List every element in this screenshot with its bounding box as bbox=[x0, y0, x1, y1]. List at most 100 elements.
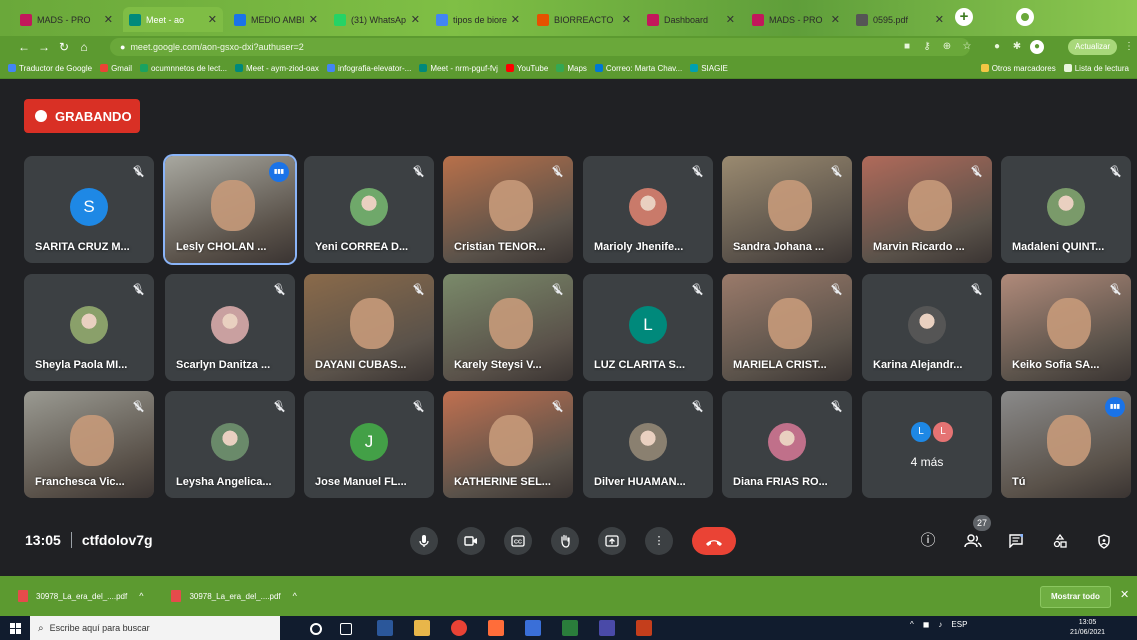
app-icon[interactable] bbox=[525, 620, 541, 636]
bookmark-item[interactable]: YouTube bbox=[505, 64, 548, 73]
captions-button[interactable]: CC bbox=[504, 527, 532, 555]
profile-icon[interactable]: ● bbox=[1030, 40, 1044, 54]
mic-toggle-button[interactable] bbox=[410, 527, 438, 555]
download-item[interactable]: 30978_La_era_del_....pdf ^ bbox=[171, 590, 297, 602]
zoom-icon[interactable]: ⊕ bbox=[940, 40, 954, 54]
self-video-tile[interactable]: ▮▮▮ Tú bbox=[1001, 391, 1131, 498]
bookmark-item[interactable]: SIAGIE bbox=[690, 64, 728, 73]
meeting-details-button[interactable]: ⓘ bbox=[916, 527, 940, 555]
more-participants-tile[interactable]: LL 4 más bbox=[862, 391, 992, 498]
profile-circle-icon[interactable] bbox=[1016, 8, 1034, 26]
file-explorer-icon[interactable] bbox=[414, 620, 430, 636]
tab-1[interactable]: MADS - PRO ✕ bbox=[14, 7, 119, 32]
end-call-button[interactable] bbox=[692, 527, 736, 555]
tab-4[interactable]: (31) WhatsAp ✕ bbox=[328, 7, 426, 32]
download-item[interactable]: 30978_La_era_del_....pdf ^ bbox=[18, 590, 143, 602]
activities-button[interactable] bbox=[1048, 527, 1072, 555]
more-options-button[interactable]: ⋮ bbox=[645, 527, 673, 555]
bookmark-item[interactable]: Meet - nrm-pguf-fvj bbox=[419, 64, 498, 73]
bookmark-item[interactable]: Gmail bbox=[100, 64, 132, 73]
close-tab-icon[interactable]: ✕ bbox=[622, 13, 631, 26]
forward-icon[interactable]: → bbox=[34, 40, 54, 54]
close-tab-icon[interactable]: ✕ bbox=[208, 13, 217, 26]
close-tab-icon[interactable]: ✕ bbox=[309, 13, 318, 26]
participant-tile[interactable]: 🎙 Sandra Johana ... bbox=[722, 156, 852, 263]
close-tab-icon[interactable]: ✕ bbox=[511, 13, 520, 26]
powerpoint-icon[interactable] bbox=[636, 620, 652, 636]
close-tab-icon[interactable]: ✕ bbox=[104, 13, 113, 26]
bookmark-item[interactable]: Meet - aym-ziod-oax bbox=[235, 64, 319, 73]
tab-2[interactable]: Meet - ao ✕ bbox=[123, 7, 223, 32]
menu-icon[interactable]: ⋮ bbox=[1122, 40, 1136, 54]
update-button[interactable]: Actualizar bbox=[1068, 39, 1118, 55]
close-tab-icon[interactable]: ✕ bbox=[726, 13, 735, 26]
camera-icon[interactable]: ■ bbox=[900, 40, 914, 54]
tab-6[interactable]: BIORREACTO ✕ bbox=[531, 7, 637, 32]
participant-tile[interactable]: 🎙 MARIELA CRIST... bbox=[722, 274, 852, 381]
participant-tile[interactable]: S 🎙 SARITA CRUZ M... bbox=[24, 156, 154, 263]
participant-tile[interactable]: 🎙 Karely Steysi V... bbox=[443, 274, 573, 381]
chevron-up-icon[interactable]: ^ bbox=[293, 591, 297, 601]
chat-button[interactable] bbox=[1004, 527, 1028, 555]
participant-tile[interactable]: L 🎙 LUZ CLARITA S... bbox=[583, 274, 713, 381]
app-icon[interactable] bbox=[488, 620, 504, 636]
participant-tile[interactable]: 🎙 Franchesca Vic... bbox=[24, 391, 154, 498]
participant-tile[interactable]: 🎙 Diana FRIAS RO... bbox=[722, 391, 852, 498]
camera-toggle-button[interactable] bbox=[457, 527, 485, 555]
raise-hand-button[interactable] bbox=[551, 527, 579, 555]
bookmark-item[interactable]: Correo: Marta Chav... bbox=[594, 64, 682, 73]
language-indicator[interactable]: ESP bbox=[951, 620, 967, 629]
url-input[interactable]: ● meet.google.com/aon-gsxo-dxi?authuser=… bbox=[110, 38, 970, 56]
chevron-up-icon[interactable]: ^ bbox=[910, 620, 914, 629]
reload-icon[interactable]: ↻ bbox=[54, 40, 74, 54]
bookmark-item[interactable]: infografia-elevator-... bbox=[326, 64, 411, 73]
cortana-icon[interactable] bbox=[310, 623, 322, 635]
host-controls-button[interactable] bbox=[1092, 527, 1116, 555]
bookmark-item[interactable]: Traductor de Google bbox=[8, 64, 92, 73]
star-icon[interactable]: ☆ bbox=[960, 40, 974, 54]
puzzle-icon[interactable]: ✱ bbox=[1010, 40, 1024, 54]
close-tab-icon[interactable]: ✕ bbox=[831, 13, 840, 26]
tab-5[interactable]: tipos de biore ✕ bbox=[430, 7, 526, 32]
close-tab-icon[interactable]: ✕ bbox=[935, 13, 944, 26]
other-bookmarks-folder[interactable]: Otros marcadores bbox=[980, 64, 1056, 73]
participant-tile[interactable]: 🎙 Marvin Ricardo ... bbox=[862, 156, 992, 263]
tab-3[interactable]: MEDIO AMBI ✕ bbox=[228, 7, 324, 32]
participants-button[interactable] bbox=[961, 527, 985, 555]
word-icon[interactable] bbox=[377, 620, 393, 636]
participant-tile[interactable]: 🎙 DAYANI CUBAS... bbox=[304, 274, 434, 381]
bookmark-item[interactable]: Maps bbox=[556, 64, 587, 73]
bookmark-item[interactable]: ocumnnetos de lect... bbox=[139, 64, 227, 73]
taskbar-clock[interactable]: 13:05 21/06/2021 bbox=[1070, 618, 1105, 638]
extension-icon[interactable]: ● bbox=[990, 40, 1004, 54]
back-icon[interactable]: ← bbox=[14, 40, 34, 54]
participant-tile[interactable]: 🎙 Sheyla Paola MI... bbox=[24, 274, 154, 381]
present-button[interactable] bbox=[598, 527, 626, 555]
participant-tile[interactable]: 🎙 Madaleni QUINT... bbox=[1001, 156, 1131, 263]
app-icon[interactable] bbox=[562, 620, 578, 636]
app-icon[interactable] bbox=[599, 620, 615, 636]
home-icon[interactable]: ⌂ bbox=[74, 40, 94, 54]
tab-9[interactable]: 0595.pdf ✕ bbox=[850, 7, 950, 32]
participant-tile[interactable]: 🎙 Dilver HUAMAN... bbox=[583, 391, 713, 498]
participant-tile[interactable]: 🎙 Keiko Sofia SA... bbox=[1001, 274, 1131, 381]
participant-tile[interactable]: 🎙 Karina Alejandr... bbox=[862, 274, 992, 381]
participant-tile[interactable]: 🎙 Yeni CORREA D... bbox=[304, 156, 434, 263]
key-icon[interactable]: ⚷ bbox=[920, 40, 934, 54]
volume-icon[interactable]: ♪ bbox=[938, 620, 942, 629]
chrome-icon[interactable] bbox=[451, 620, 467, 636]
tab-7[interactable]: Dashboard ✕ bbox=[641, 7, 741, 32]
close-tab-icon[interactable]: ✕ bbox=[411, 13, 420, 26]
task-view-icon[interactable] bbox=[340, 623, 352, 635]
taskbar-search-input[interactable]: ⌕ Escribe aquí para buscar bbox=[30, 616, 280, 640]
participant-tile[interactable]: 🎙 Marioly Jhenife... bbox=[583, 156, 713, 263]
participant-tile[interactable]: 🎙 KATHERINE SEL... bbox=[443, 391, 573, 498]
close-icon[interactable]: ✕ bbox=[1120, 588, 1129, 601]
tab-8[interactable]: MADS - PRO ✕ bbox=[746, 7, 846, 32]
participant-tile[interactable]: J 🎙 Jose Manuel FL... bbox=[304, 391, 434, 498]
reading-list-button[interactable]: Lista de lectura bbox=[1063, 64, 1129, 73]
participant-tile[interactable]: ▮▮▮ Lesly CHOLAN ... bbox=[165, 156, 295, 263]
participant-tile[interactable]: 🎙 Scarlyn Danitza ... bbox=[165, 274, 295, 381]
start-button[interactable] bbox=[0, 616, 30, 640]
show-all-downloads-button[interactable]: Mostrar todo bbox=[1040, 586, 1111, 608]
